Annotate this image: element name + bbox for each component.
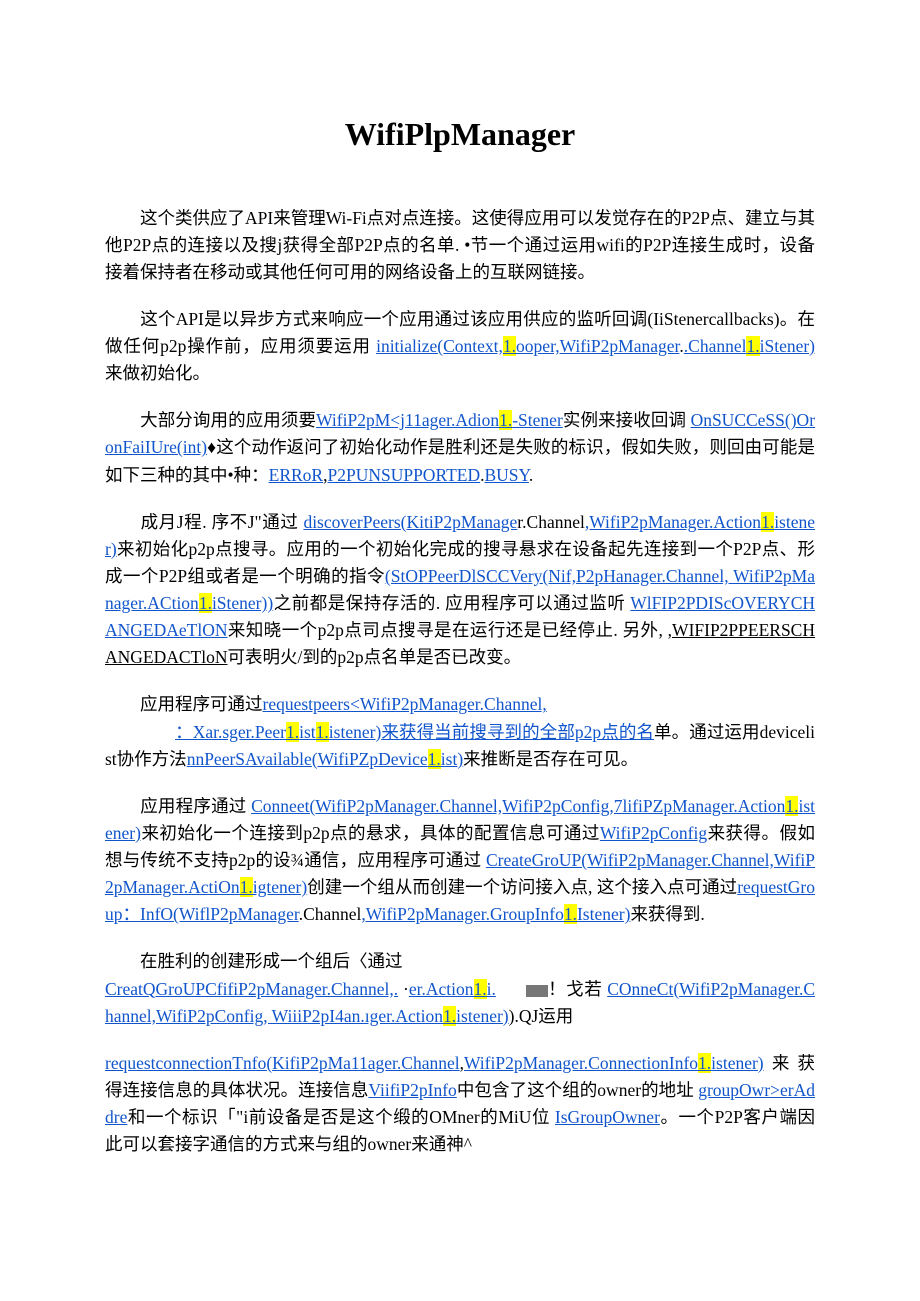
- para-7: 在胜利的创建形成一个组后〈通过 CreatQGroUPCfifiP2pManag…: [105, 948, 815, 1029]
- link-action[interactable]: er.Action1.i.: [409, 979, 496, 999]
- para-6: 应用程序通过 Conneet(WifiP2pManager.Channel,Wi…: [105, 793, 815, 929]
- text: .: [529, 465, 533, 485]
- para-3: 大部分询用的应用须要WifiP2pM<j11ager.Adion1.-Stene…: [105, 407, 815, 488]
- page-title: WifiPlpManager: [105, 110, 815, 160]
- link-error[interactable]: ERRoR: [269, 465, 323, 485]
- link-wifip2pconfig[interactable]: WifiP2pConfig: [600, 823, 707, 843]
- para-8: requestconnectionTnfo(KifiP2pMa11ager.Ch…: [105, 1050, 815, 1159]
- link-wifip2pinfo[interactable]: ViifiP2pInfo: [368, 1080, 456, 1100]
- para-5: 应用程序可通过requestpeers<WifiP2pManager.Chann…: [105, 691, 815, 772]
- text: 可表明火/到的p2p点名单是否已改变。: [228, 647, 522, 667]
- text: 来初始化一个连接到p2p点的悬求，具体的配置信息可通过: [141, 823, 600, 843]
- highlight: 1.: [761, 512, 774, 532]
- link-discoverpeers[interactable]: discoverPeers(KitiP2pManage: [303, 512, 517, 532]
- highlight: 1.: [503, 336, 516, 356]
- text: 应用程序通过: [140, 796, 247, 816]
- highlight: 1.: [564, 904, 577, 924]
- text: 和一个标识「"i前设备是否是这个缎的OMner的MiU位: [127, 1107, 550, 1127]
- text: 来获得到.: [630, 904, 704, 924]
- highlight: 1.: [499, 410, 512, 430]
- highlight: 1.: [240, 877, 253, 897]
- highlight: 1.: [316, 722, 329, 742]
- text: 中包含了这个组的owner的地址: [457, 1080, 694, 1100]
- text: 来推断是否存在可见。: [463, 749, 638, 769]
- text: 创建一个组从而创建一个访问接入点, 这个接入点可通过: [307, 877, 737, 897]
- text: .Channel: [299, 904, 362, 924]
- text: 之前都是保持存活的. 应用程序可以通过监听: [273, 593, 625, 613]
- text: 这个类供应了API来管理Wi-Fi点对点连接。这使得应用可以发觉存在的P2P点、…: [105, 208, 815, 282]
- link-isgroupowner[interactable]: IsGroupOwner: [555, 1107, 660, 1127]
- highlight: 1.: [286, 722, 299, 742]
- highlight: 1.: [746, 336, 759, 356]
- text: ).QJ运用: [509, 1006, 574, 1026]
- highlight: 1.: [785, 796, 798, 816]
- highlight: 1.: [443, 1006, 456, 1026]
- text: r.Channel: [517, 512, 585, 532]
- text: 大部分询用的应用须要: [140, 410, 316, 430]
- para-2: 这个API是以异步方式来响应一个应用通过该应用供应的监听回调(IiStenerc…: [105, 306, 815, 387]
- highlight: 1.: [199, 593, 212, 613]
- text: 来做初始化。: [105, 363, 210, 383]
- text: 在胜利的创建形成一个组后〈通过: [140, 951, 403, 971]
- link-initialize[interactable]: initialize(Context,1.ooper,WifiP2pManage…: [376, 336, 679, 356]
- text: ！戈若: [548, 979, 603, 999]
- link-requestconnectioninfo[interactable]: requestconnectionTnfo(KifiP2pMa11ager.Ch…: [105, 1053, 460, 1073]
- link-creategroup-b[interactable]: CreatQGroUPCfifiP2pManager.Channel,.: [105, 979, 398, 999]
- text: 应用程序可通过: [140, 694, 263, 714]
- highlight: 1.: [474, 979, 487, 999]
- document-page: WifiPlpManager 这个类供应了API来管理Wi-Fi点对点连接。这使…: [0, 0, 920, 1238]
- link-busy[interactable]: BUSY: [484, 465, 528, 485]
- para-1: 这个类供应了API来管理Wi-Fi点对点连接。这使得应用可以发觉存在的P2P点、…: [105, 205, 815, 286]
- link-connectioninfolistener[interactable]: WifiP2pManager.ConnectionInfo1.istener): [464, 1053, 764, 1073]
- highlight: 1.: [428, 749, 441, 769]
- text: 成月J程. 序不J"通过: [140, 512, 298, 532]
- text: 实例来接收回调: [563, 410, 686, 430]
- link-groupinfolistener[interactable]: ,WifiP2pManager.GroupInfo1.Istener): [361, 904, 630, 924]
- redact-box-icon: [526, 985, 548, 997]
- para-4: 成月J程. 序不J"通过 discoverPeers(KitiP2pManage…: [105, 509, 815, 672]
- link-onpeersavailable[interactable]: nnPeerSAvailable(WifiPZpDevice1.ist): [187, 749, 463, 769]
- link-requestpeers[interactable]: requestpeers<WifiP2pManager.Channel,: [263, 694, 547, 714]
- link-wifip2pmanager-action[interactable]: WifiP2pM<j11ager.Adion1.-Stener: [316, 410, 563, 430]
- link-initialize-b[interactable]: .Channel1.iStener): [684, 336, 815, 356]
- link-p2punsupported[interactable]: P2PUNSUPPORTED: [327, 465, 480, 485]
- text: ·: [398, 979, 409, 999]
- link-peerlistener[interactable]: ：Xar.sger.Peer1.ist1.istener)来获得当前搜寻到的全部…: [175, 722, 654, 742]
- highlight: 1.: [698, 1053, 711, 1073]
- text: 来知晓一个p2p点司点搜寻是在运行还是已经停止. 另外, ,: [227, 620, 672, 640]
